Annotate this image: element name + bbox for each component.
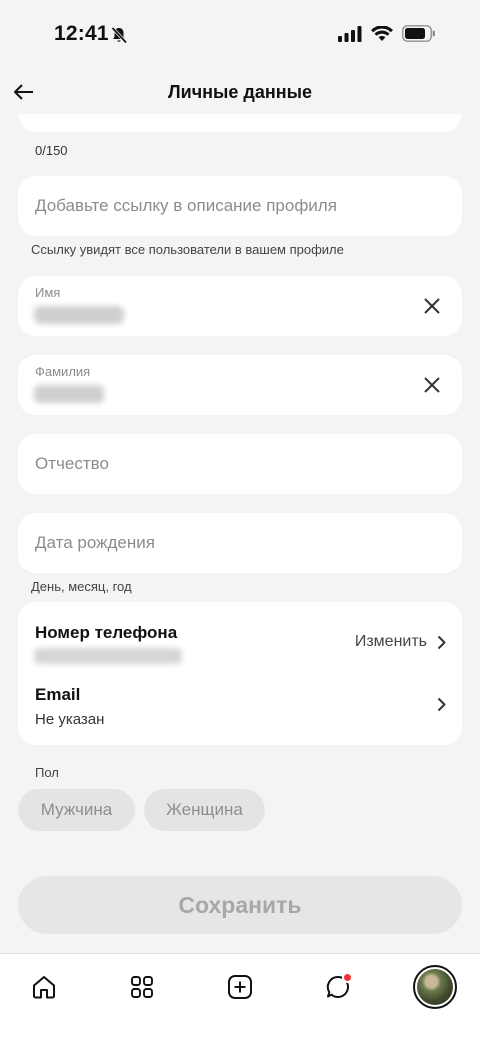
gender-male-chip[interactable]: Мужчина — [18, 789, 135, 831]
status-time: 12:41 — [54, 22, 109, 45]
close-icon — [424, 377, 440, 393]
birth-date-hint: День, месяц, год — [31, 579, 132, 594]
chevron-right-icon — [437, 635, 446, 649]
last-name-value-redacted — [34, 385, 104, 403]
profile-link-field[interactable]: Добавьте ссылку в описание профиля — [18, 176, 462, 236]
first-name-label: Имя — [35, 285, 61, 300]
change-phone-button[interactable]: Изменить — [355, 633, 446, 651]
close-icon — [424, 298, 440, 314]
wifi-icon — [371, 25, 393, 41]
battery-icon — [402, 25, 435, 42]
last-name-label: Фамилия — [35, 364, 91, 379]
profile-link-hint: Ссылку увидят все пользователи в вашем п… — [31, 242, 344, 257]
tab-catalog[interactable] — [119, 964, 165, 1010]
bio-char-counter: 0/150 — [35, 143, 68, 158]
add-icon — [228, 975, 252, 999]
bottom-tab-bar — [0, 953, 480, 1043]
email-value: Не указан — [35, 711, 105, 728]
last-name-field[interactable]: Фамилия — [18, 355, 462, 415]
clear-last-name-button[interactable] — [420, 373, 444, 397]
middle-name-placeholder: Отчество — [35, 454, 109, 473]
catalog-grid-icon — [131, 976, 153, 998]
birth-date-field[interactable]: Дата рождения — [18, 513, 462, 573]
edit-email-button[interactable] — [437, 697, 446, 717]
notification-badge — [342, 972, 353, 983]
gender-label: Пол — [35, 765, 59, 780]
phone-title: Номер телефона — [35, 623, 178, 642]
page-title: Личные данные — [168, 82, 312, 102]
avatar — [413, 965, 457, 1009]
phone-value-redacted — [34, 648, 182, 664]
bell-off-icon — [111, 26, 128, 44]
status-bar: 12:41 — [0, 0, 480, 70]
change-phone-label: Изменить — [354, 633, 427, 650]
gender-female-chip[interactable]: Женщина — [144, 789, 265, 831]
avatar-image — [417, 969, 453, 1005]
nav-bar: Личные данные — [0, 70, 480, 114]
contacts-card: Номер телефона Изменить Email Не указан — [18, 602, 462, 745]
chevron-right-icon — [437, 697, 446, 712]
home-icon — [33, 976, 55, 999]
birth-date-placeholder: Дата рождения — [35, 533, 155, 552]
middle-name-field[interactable]: Отчество — [18, 434, 462, 494]
first-name-value-redacted — [34, 306, 124, 324]
cellular-signal-icon — [338, 25, 362, 42]
profile-link-placeholder: Добавьте ссылку в описание профиля — [35, 196, 337, 215]
tab-home[interactable] — [21, 964, 67, 1010]
status-icons — [338, 25, 436, 42]
first-name-field[interactable]: Имя — [18, 276, 462, 336]
tab-profile[interactable] — [412, 964, 458, 1010]
save-button[interactable]: Сохранить — [18, 876, 462, 934]
clear-first-name-button[interactable] — [420, 294, 444, 318]
tab-chat[interactable] — [315, 964, 361, 1010]
tab-add[interactable] — [217, 964, 263, 1010]
bio-field[interactable] — [18, 114, 462, 132]
email-title: Email — [35, 685, 81, 704]
